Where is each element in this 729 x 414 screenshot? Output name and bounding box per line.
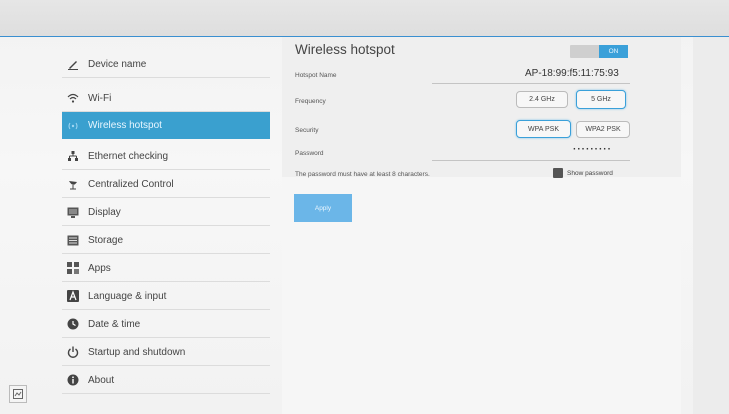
hotspot-name-underline [432, 83, 630, 84]
security-wpa-psk-button[interactable]: WPA PSK [516, 120, 571, 138]
sidebar-item-display[interactable]: Display [62, 199, 270, 226]
sidebar-item-wifi[interactable]: Wi-Fi [62, 85, 270, 112]
hotspot-name-field[interactable]: AP-18:99:f5:11:75:93 [525, 68, 619, 79]
password-hint: The password must have at least 8 charac… [295, 171, 430, 178]
sidebar-item-storage[interactable]: Storage [62, 227, 270, 254]
storage-icon [66, 234, 80, 246]
sidebar-item-label: Display [88, 206, 121, 218]
apply-button[interactable]: Apply [294, 194, 352, 222]
clock-icon [66, 318, 80, 330]
apps-icon [66, 262, 80, 274]
freq-5ghz-button[interactable]: 5 GHz [576, 90, 626, 109]
hotspot-name-label: Hotspot Name [295, 72, 337, 79]
language-icon [66, 290, 80, 302]
frequency-label: Frequency [295, 98, 326, 105]
password-field[interactable]: ········· [573, 144, 612, 155]
sidebar-item-label: Startup and shutdown [88, 346, 186, 358]
network-icon [66, 150, 80, 162]
pencil-icon [66, 58, 80, 70]
sidebar-item-label: Centralized Control [88, 178, 174, 190]
right-margin-pane [693, 37, 729, 414]
show-password-label: Show password [567, 170, 613, 177]
sidebar-item-label: About [88, 374, 115, 386]
password-label: Password [295, 150, 324, 157]
sidebar-item-label: Apps [88, 262, 111, 274]
sidebar-item-about[interactable]: About [62, 367, 270, 394]
info-icon [66, 374, 80, 386]
sidebar-item-date-time[interactable]: Date & time [62, 311, 270, 338]
toggle-on-label: ON [599, 45, 628, 58]
sidebar-item-wireless-hotspot[interactable]: Wireless hotspot [62, 112, 270, 139]
sidebar-item-label: Storage [88, 234, 124, 246]
hotspot-icon [66, 120, 80, 132]
password-underline [432, 160, 630, 161]
hotspot-toggle[interactable]: ON [570, 45, 628, 58]
wifi-icon [66, 92, 80, 104]
power-icon [66, 346, 80, 358]
display-icon [66, 206, 80, 218]
sidebar-item-label: Wi-Fi [88, 92, 112, 104]
screenshot-icon[interactable] [9, 385, 27, 403]
top-bar [0, 0, 729, 37]
sidebar-item-apps[interactable]: Apps [62, 255, 270, 282]
sidebar-item-startup-shutdown[interactable]: Startup and shutdown [62, 339, 270, 366]
satellite-icon [66, 178, 80, 190]
sidebar-item-label: Ethernet checking [88, 150, 169, 162]
page-title: Wireless hotspot [295, 42, 395, 57]
security-label: Security [295, 127, 319, 134]
sidebar-item-label: Language & input [88, 290, 167, 302]
sidebar-item-device-name[interactable]: Device name [62, 51, 270, 78]
security-wpa2-psk-button[interactable]: WPA2 PSK [576, 121, 630, 138]
show-password-checkbox[interactable] [553, 168, 563, 178]
sidebar-item-centralized-control[interactable]: Centralized Control [62, 171, 270, 198]
sidebar-item-label: Device name [88, 58, 147, 70]
hotspot-panel: Wireless hotspot ON Hotspot Name AP-18:9… [282, 37, 681, 414]
sidebar-item-label: Wireless hotspot [88, 120, 162, 131]
sidebar-item-language-input[interactable]: Language & input [62, 283, 270, 310]
freq-2-4ghz-button[interactable]: 2.4 GHz [516, 91, 568, 108]
sidebar-item-ethernet-checking[interactable]: Ethernet checking [62, 143, 270, 170]
sidebar-item-label: Date & time [88, 318, 141, 330]
